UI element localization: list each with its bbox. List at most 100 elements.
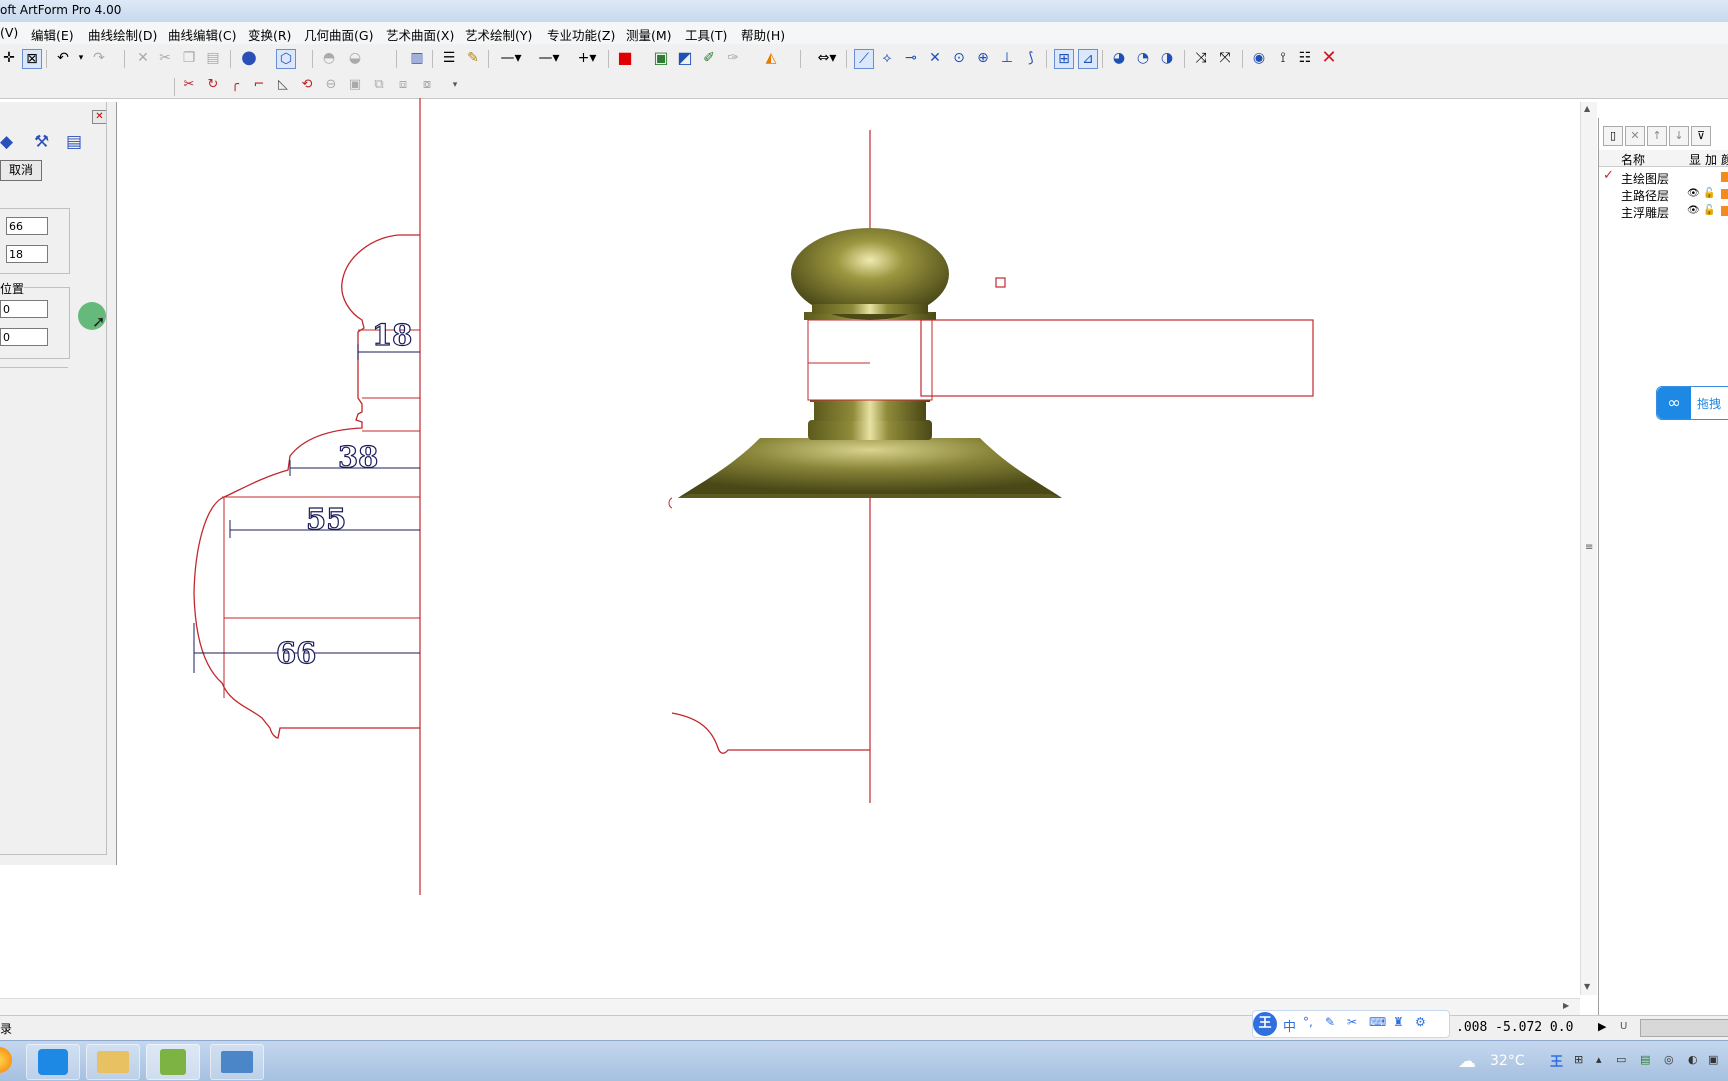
trim-icon[interactable]: ⤨ [1192,49,1210,67]
hatch-icon[interactable]: ☰ [440,49,458,67]
brush-icon[interactable]: ✐ [700,49,718,67]
tray-volume-icon[interactable]: ◐ [1688,1053,1698,1066]
move-icon[interactable]: ✛ [0,49,18,67]
control-point[interactable] [995,277,1006,288]
layer-color-swatch[interactable] [1721,189,1728,199]
snap-tangent-icon[interactable]: ⟆ [1022,49,1040,67]
layer-item-drawing[interactable]: 主绘图层 [1621,170,1669,187]
properties-icon[interactable]: ☷ [1296,49,1314,67]
double-fillet-icon[interactable]: ⌐ [250,76,268,94]
layer-color-swatch[interactable] [1721,206,1728,216]
taskbar-photo-viewer-icon[interactable] [210,1044,264,1080]
panel-tab-doc-icon[interactable]: ▤ [66,132,82,152]
panel-close-icon[interactable]: ✕ [92,110,107,124]
ime-scissors-icon[interactable]: ✂ [1347,1015,1357,1029]
tray-network-icon[interactable]: ⊞ [1574,1053,1583,1066]
grid-icon[interactable]: ⊞ [1054,49,1074,69]
snap-quadrant-icon[interactable]: ⊕ [974,49,992,67]
chamfer-icon[interactable]: ◺ [274,76,292,94]
menu-tools[interactable]: 工具(T) [685,25,727,44]
menu-curve-draw[interactable]: 曲线绘制(D) [88,25,157,44]
snap-intersection-icon[interactable]: ⟡ [878,49,896,67]
cloud-upload-badge[interactable]: ∞ 拖拽 [1656,386,1728,420]
menu-measure[interactable]: 测量(M) [626,25,672,44]
ime-settings-icon[interactable]: ⚙ [1415,1015,1426,1029]
ime-skin-icon[interactable]: ♜ [1393,1015,1404,1029]
grid-snap-icon[interactable]: ⊿ [1078,49,1098,69]
panel-tab-surface-icon[interactable]: ◆ [0,132,13,152]
tray-battery-icon[interactable]: ▤ [1640,1053,1650,1066]
scroll-right-icon[interactable]: ▶ [1563,1001,1569,1010]
menu-edit[interactable]: 编辑(E) [31,25,74,44]
delete-icon[interactable]: ✕ [134,49,152,67]
snap-mid-icon[interactable]: ⊸ [902,49,920,67]
fillet-icon[interactable]: ╭ [226,76,244,94]
ime-mode[interactable]: 中 [1283,1016,1296,1035]
ime-punct-icon[interactable]: °, [1303,1015,1313,1029]
node-tool-icon[interactable]: ⇔▾ [812,49,842,67]
sphere-icon[interactable]: ● [240,49,258,67]
menu-transform[interactable]: 变换(R) [248,25,291,44]
color-red-icon[interactable]: ■ [616,49,634,67]
redo-icon[interactable]: ↷ [90,49,108,67]
menu-geometry-surface[interactable]: 几何曲面(G) [304,25,373,44]
taskbar-app-qq-icon[interactable] [26,1044,80,1080]
scroll-down-icon[interactable]: ▼ [1584,982,1590,991]
ime-pen-icon[interactable]: ✎ [1325,1015,1335,1029]
ime-toolbar[interactable]: 王 中 °, ✎ ✂ ⌨ ♜ ⚙ [1252,1010,1450,1038]
layer-lock-icon[interactable]: 🔓 [1703,205,1715,216]
size-field-2[interactable] [6,245,48,263]
snap-center-icon[interactable]: ⊙ [950,49,968,67]
scroll-up-icon[interactable]: ▲ [1584,104,1590,113]
layer-color-swatch[interactable] [1721,172,1728,182]
shade-icon[interactable]: ◓ [320,49,338,67]
eyedropper-icon[interactable]: ✎ [464,49,482,67]
undo-icon[interactable]: ↶ [54,49,72,67]
ime-logo-icon[interactable]: 王 [1253,1012,1277,1036]
scroll-grip-icon[interactable]: ≡ [1585,542,1593,553]
intersect-icon[interactable]: ⧇ [418,76,436,94]
move-layer-up-icon[interactable]: ↑ [1647,126,1667,146]
snap-perpendicular-icon[interactable]: ⊥ [998,49,1016,67]
snap-line-icon[interactable]: ⟋ [854,49,874,69]
palette-icon[interactable]: ◩ [676,49,694,67]
union-icon[interactable]: ⧉ [370,76,388,94]
subtract-icon[interactable]: ⧈ [394,76,412,94]
toolbar-more-icon[interactable]: ▾ [446,76,464,94]
split-icon[interactable]: ⟟ [1274,49,1292,67]
panel-tab-tool-icon[interactable]: ⚒ [34,132,49,152]
tray-expand-icon[interactable]: ▴ [1596,1053,1602,1066]
menu-view[interactable]: (V) [0,25,18,40]
layer-visible-eye-icon[interactable]: 👁 [1687,188,1700,199]
extend-icon[interactable]: ⤧ [1216,49,1234,67]
filter-icon[interactable]: ⊽ [1691,126,1711,146]
position-y-field[interactable] [0,328,48,346]
tray-flag-icon[interactable]: ▣ [1708,1053,1718,1066]
layer-item-relief[interactable]: 主浮雕层 [1621,204,1669,221]
taskbar-artform-icon[interactable] [146,1044,200,1080]
menu-professional[interactable]: 专业功能(Z) [547,25,615,44]
weather-icon[interactable]: ☁ [1458,1051,1476,1072]
fill-bucket-icon[interactable]: ◭ [762,49,780,67]
spray-icon[interactable]: ✑ [724,49,742,67]
new-layer-icon[interactable]: ▯ [1603,126,1623,146]
start-button[interactable] [0,1047,12,1073]
position-x-field[interactable] [0,300,48,318]
crosshair-icon[interactable]: +▾ [572,49,602,67]
cancel-button[interactable]: 取消 [0,160,42,181]
cut-icon[interactable]: ✂ [156,49,174,67]
snap-cross-icon[interactable]: ✕ [926,49,944,67]
menu-curve-edit[interactable]: 曲线编辑(C) [168,25,236,44]
lamp-finial-model[interactable] [678,228,1062,498]
tray-ime-icon[interactable]: 王 [1550,1051,1563,1070]
menu-art-draw[interactable]: 艺术绘制(Y) [465,25,532,44]
layer-visible-eye-icon[interactable]: 👁 [1687,205,1700,216]
layer-lock-icon[interactable]: 🔓 [1703,188,1715,199]
view-cube-icon[interactable]: ⬡ [276,49,296,69]
select-box-icon[interactable]: ⊠ [22,49,42,69]
tray-monitor-icon[interactable]: ▭ [1616,1053,1626,1066]
status-play-icon[interactable]: ▶ [1598,1020,1606,1033]
line-style-icon[interactable]: —▾ [496,49,526,67]
gradient-icon[interactable]: ▣ [652,49,670,67]
taskbar-explorer-icon[interactable] [86,1044,140,1080]
